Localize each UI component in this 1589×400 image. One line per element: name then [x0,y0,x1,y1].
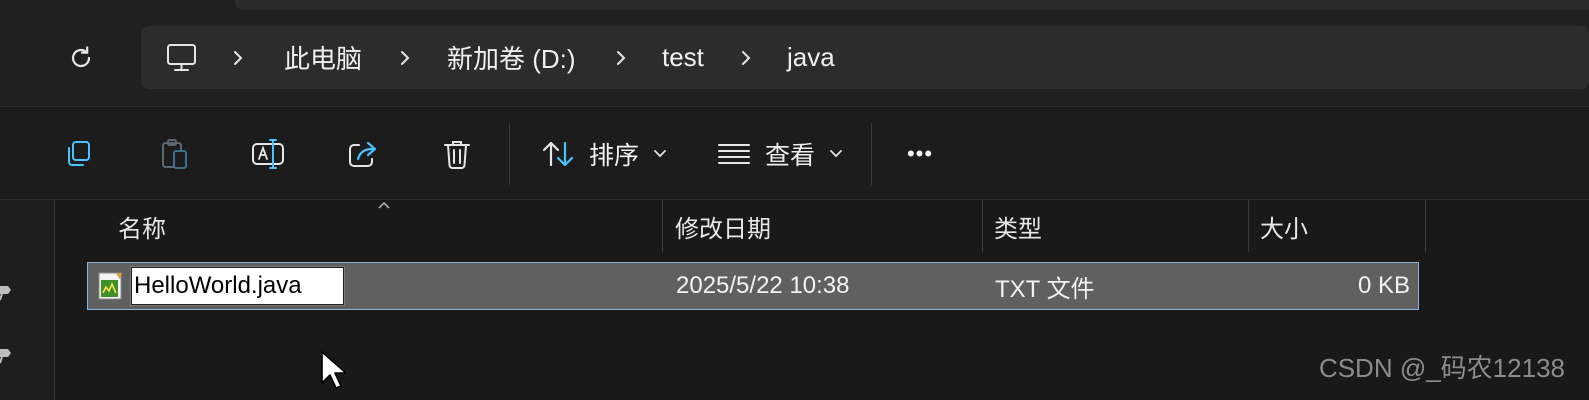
navigation-pane[interactable] [0,200,55,400]
this-pc-icon [167,43,196,71]
toolbar-divider [871,123,872,185]
column-divider[interactable] [982,200,983,252]
sort-icon [542,141,574,167]
file-size: 0 KB [1357,272,1410,299]
pin-icon [0,286,11,301]
breadcrumb-separator[interactable] [614,26,628,89]
column-header-row: 名称 修改日期 类型 大小 [55,200,1589,252]
column-header-size[interactable]: 大小 [1260,200,1308,252]
more-options-button[interactable]: ••• [892,129,948,179]
sort-menu-button[interactable]: 排序 [541,129,667,179]
refresh-button[interactable] [58,35,104,81]
chevron-right-icon [617,50,626,65]
column-divider[interactable] [1248,200,1249,252]
rename-box [131,267,344,305]
file-modified-date: 2025/5/22 10:38 [676,272,850,299]
command-bar: 排序 查看 ••• [0,107,1589,200]
delete-button[interactable] [429,129,485,179]
view-icon [718,144,750,164]
toolbar-divider [509,123,510,185]
chevron-down-icon [654,150,666,158]
column-header-type[interactable]: 类型 [994,200,1042,252]
chevron-right-icon [742,50,751,65]
share-icon [349,141,377,167]
view-label: 查看 [765,142,816,170]
sort-label: 排序 [589,142,640,170]
column-header-name[interactable]: 名称 [118,200,166,252]
breadcrumb-separator[interactable] [398,26,412,89]
paste-button[interactable] [146,129,202,179]
more-icon: ••• [906,141,934,166]
copy-icon [68,141,90,166]
column-divider[interactable] [1425,200,1426,252]
sort-ascending-indicator [378,201,390,209]
chevron-right-icon [234,50,243,65]
file-row[interactable]: 2025/5/22 10:38 TXT 文件 0 KB [87,262,1419,310]
address-bar[interactable]: 此电脑 新加卷 (D:) test java [141,26,1589,89]
chevron-right-icon [401,50,410,65]
text-file-icon [98,272,122,300]
share-button[interactable] [335,129,391,179]
tab-strip-edge [235,0,1589,10]
chevron-down-icon [830,150,842,158]
pin-icon [0,349,11,364]
column-divider[interactable] [662,200,663,252]
rename-icon [252,139,284,169]
breadcrumb-drive-d[interactable]: 新加卷 (D:) [447,26,576,89]
breadcrumb-separator[interactable] [739,26,753,89]
view-menu-button[interactable]: 查看 [717,129,843,179]
paste-icon [162,139,187,169]
file-type: TXT 文件 [995,275,1095,303]
breadcrumb-this-pc[interactable]: 此电脑 [284,26,362,89]
refresh-icon [71,46,91,68]
copy-button[interactable] [51,129,107,179]
watermark: CSDN @_码农12138 [1318,353,1565,383]
rename-input[interactable] [134,268,339,304]
breadcrumb-separator[interactable] [231,26,245,89]
mouse-cursor [321,351,346,389]
rename-button[interactable] [240,129,296,179]
breadcrumb-test[interactable]: test [662,26,704,89]
column-header-modified[interactable]: 修改日期 [675,200,771,252]
breadcrumb-java[interactable]: java [787,26,835,89]
this-pc-button[interactable] [165,26,199,89]
delete-icon [444,141,470,169]
